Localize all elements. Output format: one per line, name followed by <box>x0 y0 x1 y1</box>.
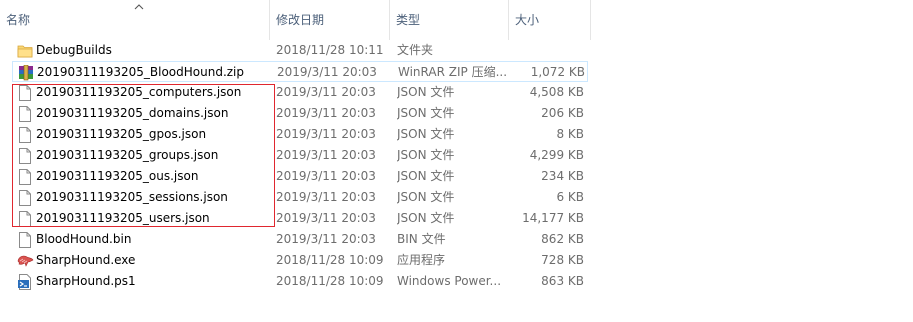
file-date: 2019/3/11 20:03 <box>276 85 376 99</box>
file-name: BloodHound.bin <box>36 232 132 246</box>
file-type: 文件夹 <box>397 43 434 57</box>
file-row-bloodhound-zip[interactable]: 20190311193205_BloodHound.zip 2019/3/11 … <box>12 61 588 82</box>
file-name: 20190311193205_gpos.json <box>36 127 207 141</box>
file-icon <box>16 82 34 103</box>
file-row-sharphound-ps1[interactable]: SharpHound.ps1 2018/11/28 10:09 Windows … <box>12 271 588 292</box>
file-name: SharpHound.exe <box>36 253 136 267</box>
folder-icon <box>16 40 34 61</box>
file-date: 2018/11/28 10:09 <box>276 274 384 288</box>
file-name: DebugBuilds <box>36 43 112 57</box>
file-size: 728 KB <box>541 253 584 267</box>
file-icon <box>16 208 34 229</box>
file-size: 4,299 KB <box>529 148 584 162</box>
file-date: 2019/3/11 20:03 <box>276 148 376 162</box>
file-type: JSON 文件 <box>397 169 455 183</box>
file-row-users-json[interactable]: 20190311193205_users.json 2019/3/11 20:0… <box>12 208 588 229</box>
file-row-sharphound-exe[interactable]: SharpHound.exe 2018/11/28 10:09 应用程序 728… <box>12 250 588 271</box>
file-icon <box>16 145 34 166</box>
column-header-type-label: 类型 <box>396 13 421 27</box>
file-icon <box>16 229 34 250</box>
file-date: 2019/3/11 20:03 <box>276 190 376 204</box>
file-type: JSON 文件 <box>397 85 455 99</box>
exe-icon <box>16 250 34 271</box>
file-name: 20190311193205_BloodHound.zip <box>37 65 245 79</box>
file-date: 2019/3/11 20:03 <box>276 127 376 141</box>
column-header-size-label: 大小 <box>515 13 540 27</box>
file-size <box>512 40 584 61</box>
column-header-date[interactable]: 修改日期 <box>270 0 390 40</box>
file-name: 20190311193205_computers.json <box>36 85 242 99</box>
column-header-bar: 名称 修改日期 类型 大小 <box>0 0 913 40</box>
file-type: WinRAR ZIP 压缩... <box>398 65 508 79</box>
file-name: 20190311193205_groups.json <box>36 148 219 162</box>
file-icon <box>16 166 34 187</box>
file-size: 8 KB <box>556 127 584 141</box>
file-size: 863 KB <box>541 274 584 288</box>
file-icon <box>16 187 34 208</box>
file-date: 2019/3/11 20:03 <box>276 169 376 183</box>
file-name: 20190311193205_sessions.json <box>36 190 228 204</box>
file-type: JSON 文件 <box>397 148 455 162</box>
file-row-domains-json[interactable]: 20190311193205_domains.json 2019/3/11 20… <box>12 103 588 124</box>
file-icon <box>16 124 34 145</box>
file-row-sessions-json[interactable]: 20190311193205_sessions.json 2019/3/11 2… <box>12 187 588 208</box>
file-date: 2018/11/28 10:09 <box>276 253 384 267</box>
file-size: 234 KB <box>541 169 584 183</box>
file-size: 862 KB <box>541 232 584 246</box>
column-header-type[interactable]: 类型 <box>390 0 509 40</box>
file-name: 20190311193205_users.json <box>36 211 210 225</box>
file-row-gpos-json[interactable]: 20190311193205_gpos.json 2019/3/11 20:03… <box>12 124 588 145</box>
file-row-bloodhound-bin[interactable]: BloodHound.bin 2019/3/11 20:03 BIN 文件 86… <box>12 229 588 250</box>
file-row-debugbuilds[interactable]: DebugBuilds 2018/11/28 10:11 文件夹 <box>12 40 588 61</box>
file-date: 2019/3/11 20:03 <box>277 65 377 79</box>
file-name: SharpHound.ps1 <box>36 274 136 288</box>
winrar-icon <box>17 62 35 83</box>
file-size: 4,508 KB <box>529 85 584 99</box>
file-name: 20190311193205_ous.json <box>36 169 199 183</box>
file-row-ous-json[interactable]: 20190311193205_ous.json 2019/3/11 20:03 … <box>12 166 588 187</box>
file-type: JSON 文件 <box>397 127 455 141</box>
file-type: JSON 文件 <box>397 211 455 225</box>
file-size: 206 KB <box>541 106 584 120</box>
file-size: 1,072 KB <box>530 65 585 79</box>
file-row-groups-json[interactable]: 20190311193205_groups.json 2019/3/11 20:… <box>12 145 588 166</box>
file-type: JSON 文件 <box>397 106 455 120</box>
file-type: Windows Power... <box>397 274 502 288</box>
file-type: 应用程序 <box>397 253 446 267</box>
file-name: 20190311193205_domains.json <box>36 106 229 120</box>
column-header-name-label: 名称 <box>6 13 31 27</box>
file-date: 2019/3/11 20:03 <box>276 106 376 120</box>
file-row-computers-json[interactable]: 20190311193205_computers.json 2019/3/11 … <box>12 82 588 103</box>
column-header-size[interactable]: 大小 <box>509 0 591 40</box>
file-icon <box>16 103 34 124</box>
sort-ascending-icon <box>134 3 144 11</box>
file-date: 2019/3/11 20:03 <box>276 211 376 225</box>
file-date: 2018/11/28 10:11 <box>276 43 384 57</box>
column-header-date-label: 修改日期 <box>276 13 325 27</box>
file-size: 14,177 KB <box>522 211 584 225</box>
powershell-script-icon <box>16 271 34 292</box>
file-type: BIN 文件 <box>397 232 446 246</box>
file-date: 2019/3/11 20:03 <box>276 232 376 246</box>
file-type: JSON 文件 <box>397 190 455 204</box>
file-size: 6 KB <box>556 190 584 204</box>
column-header-name[interactable]: 名称 <box>0 0 270 40</box>
